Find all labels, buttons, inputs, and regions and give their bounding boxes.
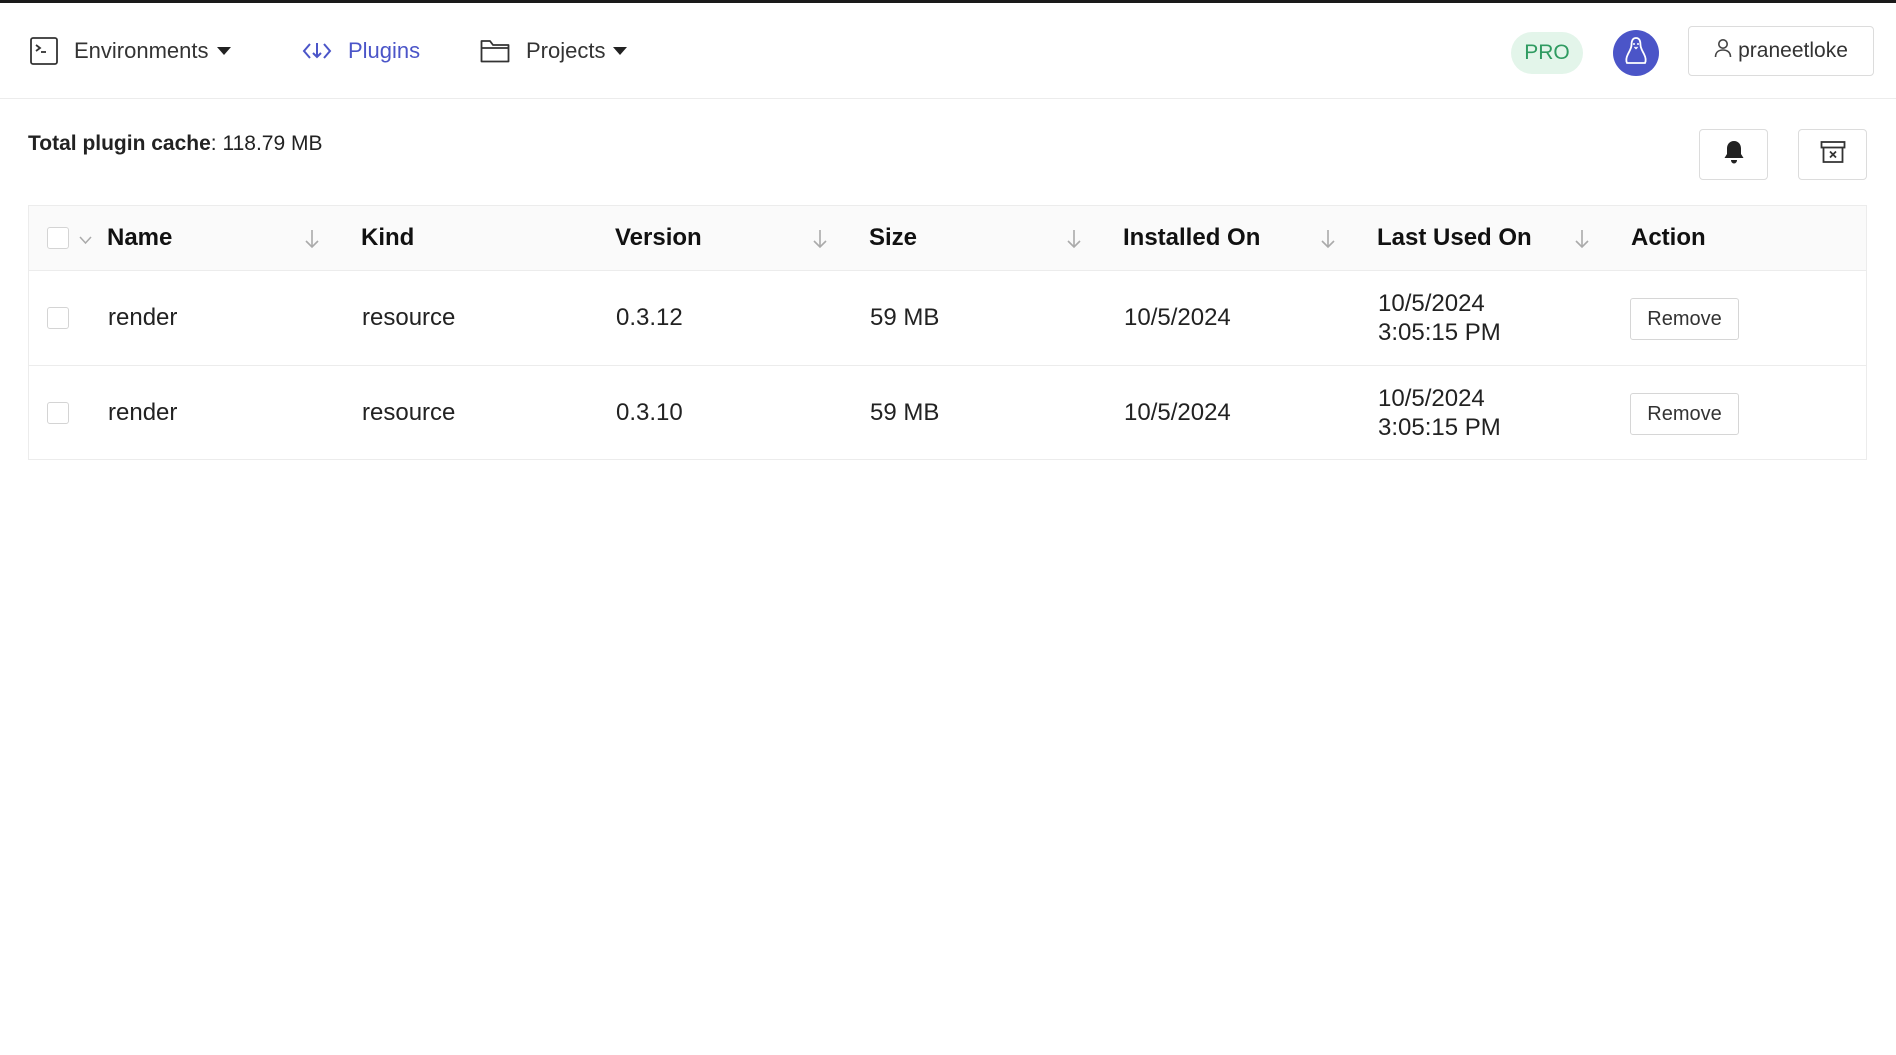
row-select-checkbox[interactable] <box>47 307 69 329</box>
chevron-down-icon[interactable] <box>79 232 92 250</box>
cache-value: 118.79 MB <box>222 132 323 155</box>
arrow-down-icon[interactable] <box>1574 228 1590 255</box>
cell-last-used-on: 10/5/2024 3:05:15 PM <box>1378 271 1501 365</box>
nav-projects-label: Projects <box>526 37 606 63</box>
cell-name: render <box>108 399 178 426</box>
cell-last-used-on: 10/5/2024 3:05:15 PM <box>1378 366 1501 460</box>
column-header-name: Name <box>107 224 173 251</box>
cell-kind: resource <box>362 304 456 331</box>
cell-kind: resource <box>362 399 456 426</box>
nav-environments-label: Environments <box>74 37 209 63</box>
column-header-version: Version <box>615 224 702 251</box>
cell-installed-on: 10/5/2024 <box>1124 304 1231 331</box>
remove-button[interactable]: Remove <box>1630 393 1739 435</box>
column-header-size: Size <box>869 224 918 251</box>
table-row: render resource 0.3.12 59 MB 10/5/2024 1… <box>29 271 1866 366</box>
last-used-date: 10/5/2024 <box>1378 385 1485 412</box>
chevron-down-icon <box>216 46 231 56</box>
chevron-down-icon <box>613 46 628 56</box>
column-header-action: Action <box>1631 224 1706 251</box>
user-menu-button[interactable]: praneetloke <box>1688 26 1874 76</box>
column-header-last-used-on: Last Used On <box>1377 224 1532 251</box>
plugins-table: Name Kind Version Size Installed On Last… <box>28 205 1867 460</box>
nav-plugins-label: Plugins <box>348 37 421 63</box>
notifications-button[interactable] <box>1699 129 1768 180</box>
arrow-down-icon[interactable] <box>1066 228 1082 255</box>
username: praneetloke <box>1738 39 1848 62</box>
last-used-time: 3:05:15 PM <box>1378 414 1501 441</box>
remove-button[interactable]: Remove <box>1630 298 1739 340</box>
nav-plugins[interactable]: Plugins <box>302 3 420 98</box>
cache-label: Total plugin cache <box>28 132 211 155</box>
select-all-checkbox[interactable] <box>47 227 69 249</box>
row-select-checkbox[interactable] <box>47 402 69 424</box>
pro-badge: PRO <box>1511 32 1583 74</box>
cell-size: 59 MB <box>870 399 940 426</box>
archive-x-icon <box>1820 140 1846 169</box>
cell-version: 0.3.12 <box>616 304 683 331</box>
clear-cache-button[interactable] <box>1798 129 1867 180</box>
bell-icon <box>1722 139 1746 170</box>
table-header: Name Kind Version Size Installed On Last… <box>29 206 1866 271</box>
user-icon <box>1714 38 1738 64</box>
column-header-kind: Kind <box>361 224 415 251</box>
column-header-installed-on: Installed On <box>1123 224 1261 251</box>
arrow-down-icon[interactable] <box>812 228 828 255</box>
arrow-down-icon[interactable] <box>1320 228 1336 255</box>
last-used-time: 3:05:15 PM <box>1378 319 1501 346</box>
terminal-icon <box>30 36 58 65</box>
cache-separator: : <box>210 132 223 155</box>
cell-name: render <box>108 304 178 331</box>
cell-size: 59 MB <box>870 304 940 331</box>
cell-installed-on: 10/5/2024 <box>1124 399 1231 426</box>
last-used-date: 10/5/2024 <box>1378 290 1485 317</box>
cell-version: 0.3.10 <box>616 399 683 426</box>
table-row: render resource 0.3.10 59 MB 10/5/2024 1… <box>29 366 1866 461</box>
plugin-arrows-icon <box>302 40 332 62</box>
arrow-down-icon[interactable] <box>304 228 320 255</box>
nav-environments[interactable]: Environments <box>30 3 231 98</box>
linux-tux-icon <box>1623 36 1649 71</box>
nav-projects[interactable]: Projects <box>480 3 628 98</box>
plugin-cache-summary: Total plugin cache: 118.79 MB <box>28 132 322 156</box>
avatar[interactable] <box>1613 30 1659 76</box>
folder-icon <box>480 39 510 63</box>
top-navbar: Environments Plugins Projects PRO pranee… <box>0 3 1896 99</box>
